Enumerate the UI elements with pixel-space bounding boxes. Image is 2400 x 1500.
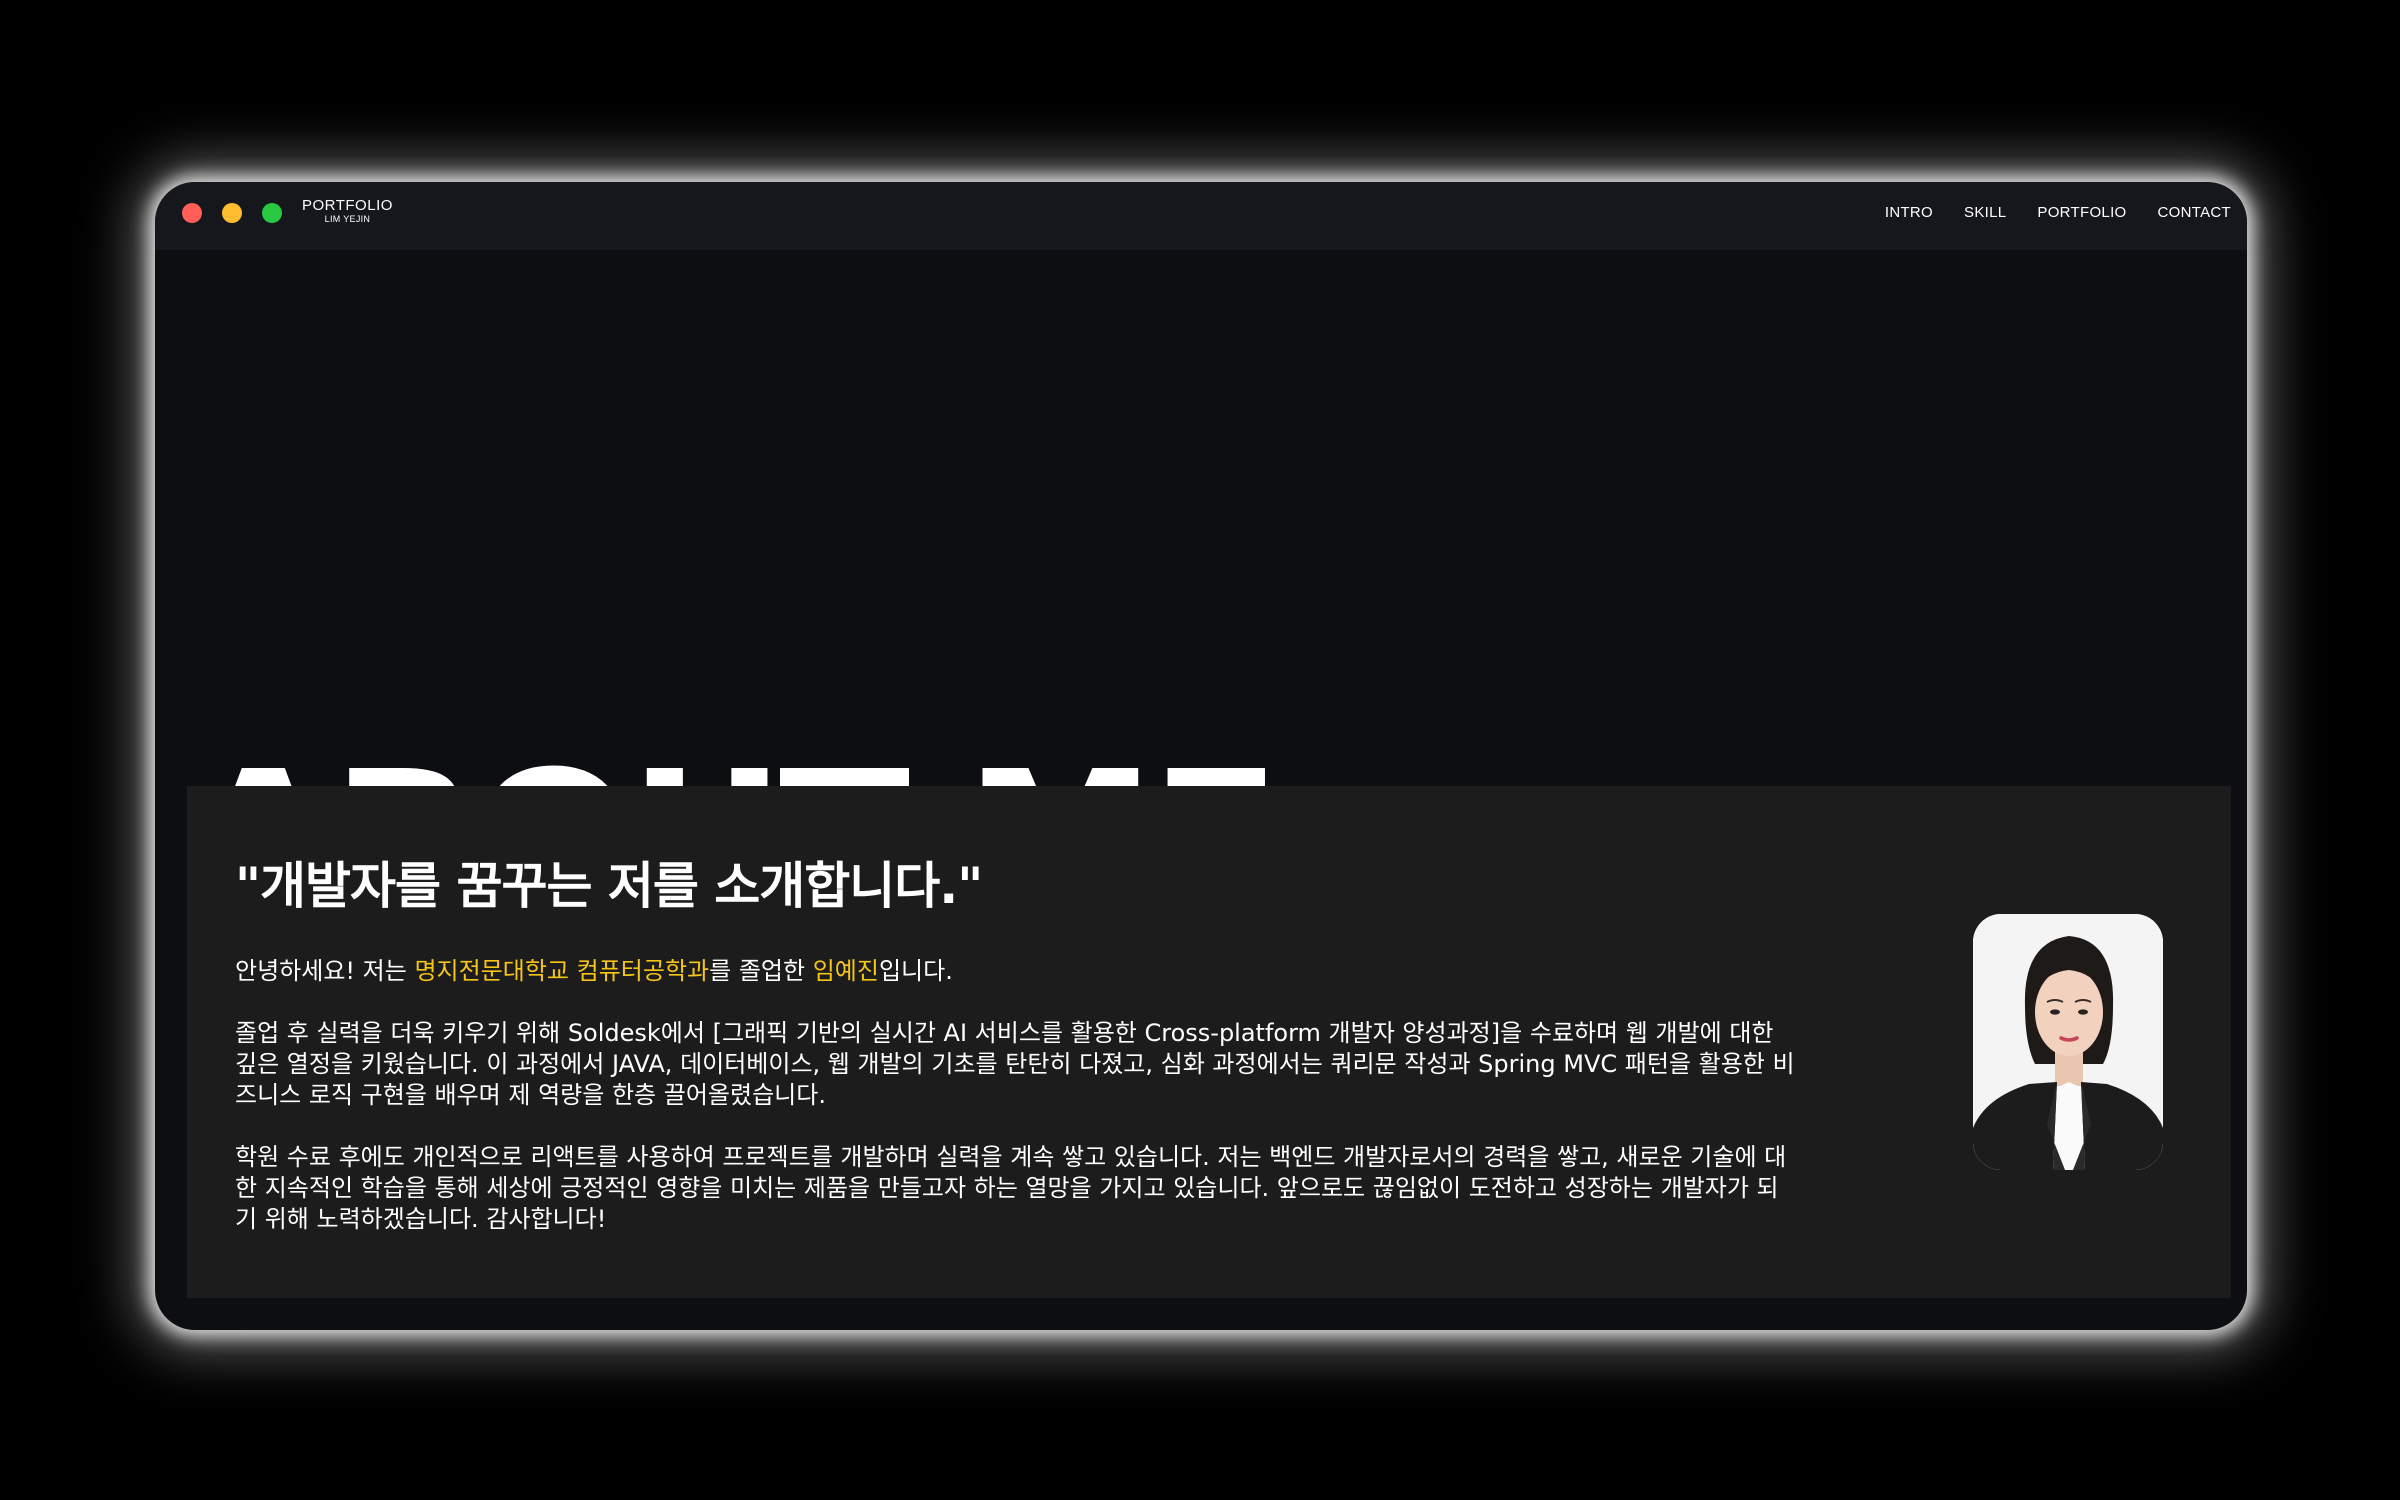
window-minimize-button[interactable] xyxy=(222,203,242,223)
site-logo[interactable]: PORTFOLIO LIM YEJIN xyxy=(302,198,393,224)
intro-middle: 를 졸업한 xyxy=(709,957,813,985)
bio-paragraph-2: 졸업 후 실력을 더욱 키우기 위해 Soldesk에서 [그래픽 기반의 실시… xyxy=(235,1019,1795,1109)
header-bar: PORTFOLIO LIM YEJIN INTRO SKILL PORTFOLI… xyxy=(155,182,2247,250)
main-nav: INTRO SKILL PORTFOLIO CONTACT xyxy=(1885,204,2231,221)
name-highlight: 임예진 xyxy=(812,957,879,985)
profile-photo xyxy=(1973,914,2163,1170)
window-maximize-button[interactable] xyxy=(262,203,282,223)
profile-portrait-icon xyxy=(1973,914,2163,1170)
window-close-button[interactable] xyxy=(182,203,202,223)
nav-item-skill[interactable]: SKILL xyxy=(1964,204,2006,221)
bio-paragraph-3: 학원 수료 후에도 개인적으로 리액트를 사용하여 프로젝트를 개발하며 실력을… xyxy=(235,1143,1787,1233)
intro-suffix: 입니다. xyxy=(878,957,953,985)
intro-prefix: 안녕하세요! 저는 xyxy=(235,957,415,985)
browser-window: PORTFOLIO LIM YEJIN INTRO SKILL PORTFOLI… xyxy=(155,182,2247,1330)
about-card: "개발자를 꿈꾸는 저를 소개합니다." 안녕하세요! 저는 명지전문대학교 컴… xyxy=(187,786,2231,1298)
logo-subtitle: LIM YEJIN xyxy=(324,214,371,224)
school-highlight: 명지전문대학교 컴퓨터공학과 xyxy=(414,957,710,985)
nav-item-contact[interactable]: CONTACT xyxy=(2158,204,2231,221)
nav-item-intro[interactable]: INTRO xyxy=(1885,204,1933,221)
about-quote: "개발자를 꿈꾸는 저를 소개합니다." xyxy=(235,857,983,915)
nav-item-portfolio[interactable]: PORTFOLIO xyxy=(2037,204,2126,221)
logo-title: PORTFOLIO xyxy=(302,197,393,214)
bio-text: 안녕하세요! 저는 명지전문대학교 컴퓨터공학과를 졸업한 임예진입니다. 졸업… xyxy=(235,956,1795,1266)
bio-intro: 안녕하세요! 저는 명지전문대학교 컴퓨터공학과를 졸업한 임예진입니다. xyxy=(235,956,1795,987)
